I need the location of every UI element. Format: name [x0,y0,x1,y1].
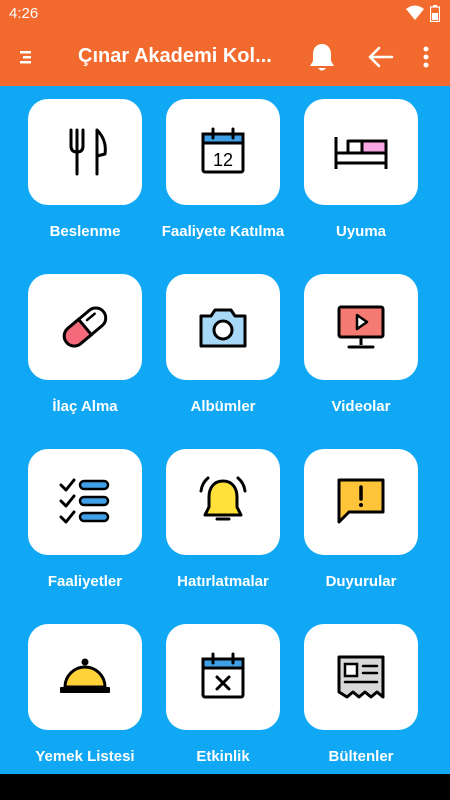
food-cloche-icon [60,658,110,693]
camera-icon [199,308,247,348]
status-bar: 4:26 [0,0,450,28]
tile-etkinlik[interactable] [166,624,280,730]
status-time: 4:26 [9,5,39,22]
pill-icon [62,306,108,348]
newsletter-icon [337,655,385,699]
checklist-icon [59,478,110,524]
bell-icon[interactable] [306,41,338,73]
tile-faaliyetler[interactable] [28,449,142,555]
page-title: Çınar Akademi Kol... [78,45,272,67]
status-icons [406,5,440,22]
app-bar: Çınar Akademi Kol... [0,28,450,86]
tile-label: Bültenler [328,748,394,765]
more-vert-icon[interactable] [410,41,442,73]
svg-text:12: 12 [213,150,233,170]
tile-beslenme[interactable] [28,99,142,205]
alarm-bell-icon [199,476,247,521]
tile-yemek-listesi[interactable] [28,624,142,730]
wifi-icon [406,5,424,20]
tile-label: Uyuma [335,223,387,240]
arrow-back-icon[interactable] [364,41,396,73]
tile-label: Albümler [190,398,256,415]
tile-bultenler[interactable] [304,624,418,730]
fork-knife-icon [69,128,107,176]
tile-uyuma[interactable] [304,99,418,205]
tile-hatirlatmalar[interactable] [166,449,280,555]
system-navigation-bar [0,774,450,800]
tile-label: İlaç Alma [52,398,118,415]
bed-icon [334,137,388,169]
tile-faaliyete-katilma[interactable]: 12 [166,99,280,205]
battery-icon [430,5,440,22]
tile-label: Faaliyetler [47,573,123,590]
menu-icon[interactable] [11,41,43,73]
tile-albumler[interactable] [166,274,280,380]
tile-label: Videolar [331,398,391,415]
video-play-icon [337,305,385,349]
menu-grid: Beslenme 12 Faaliyete Katılma Uyuma İlaç… [0,86,450,774]
tile-label: Etkinlik [196,748,250,765]
tile-videolar[interactable] [304,274,418,380]
tile-duyurular[interactable] [304,449,418,555]
tile-label: Yemek Listesi [35,748,135,765]
tile-label: Faaliyete Katılma [161,223,285,240]
tile-ilac-alma[interactable] [28,274,142,380]
calendar-12-icon: 12 [201,127,245,174]
announcement-icon [337,478,385,524]
tile-label: Duyurular [325,573,397,590]
tile-label: Hatırlatmalar [177,573,269,590]
calendar-x-icon [201,652,245,699]
tile-label: Beslenme [49,223,121,240]
